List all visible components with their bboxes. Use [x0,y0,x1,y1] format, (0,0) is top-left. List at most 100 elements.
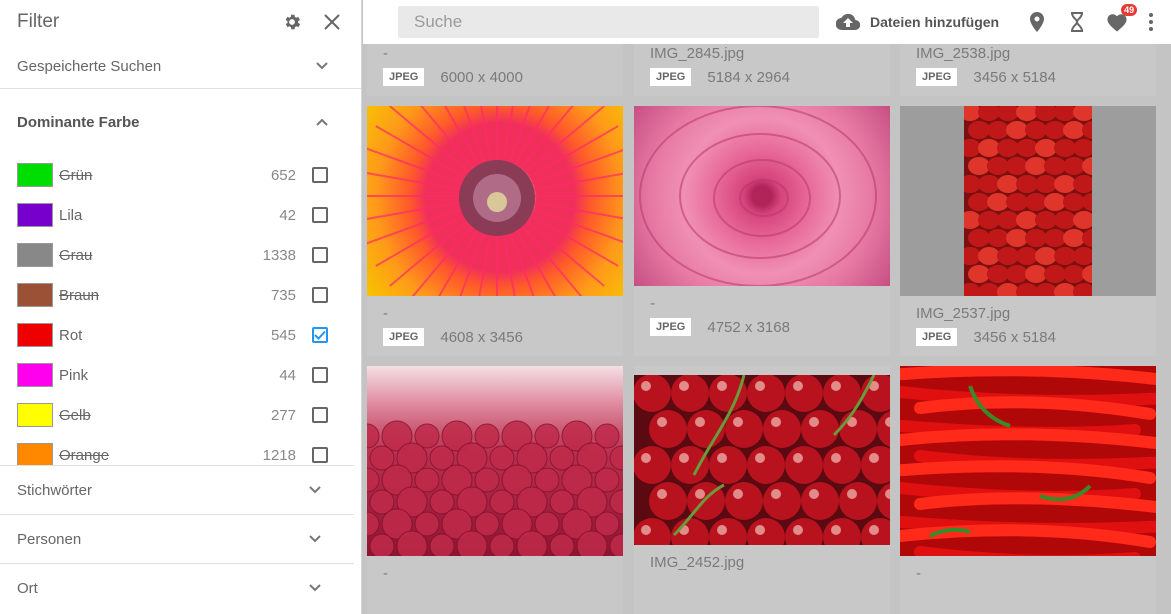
color-checkbox[interactable] [312,407,328,423]
color-checkbox[interactable] [312,287,328,303]
file-info: JPEG 5184 x 2964 [650,64,874,90]
persons-label: Personen [17,530,82,548]
color-checkbox[interactable] [312,367,328,383]
file-type-badge: JPEG [383,328,425,346]
location-label: Ort [17,579,38,597]
color-name: Lila [59,206,83,224]
file-name: IMG_2538.jpg [916,45,1011,62]
add-files-button[interactable]: Dateien hinzufügen [836,13,999,31]
file-name: IMG_2845.jpg [650,45,745,62]
cloud-upload-icon [836,13,860,31]
color-count: 1218 [262,446,296,464]
image-grid: - JPEG 6000 x 4000 IMG_2845.jpg JPEG 5184 x 2… [363,44,1171,614]
image-card[interactable]: IMG_2452.jpg [634,366,890,614]
chevron-down-icon [303,576,327,600]
color-swatch [17,243,53,267]
sidebar-header: Filter [0,0,361,44]
image-dimensions: 5184 x 2964 [707,68,790,86]
color-count: 44 [279,366,296,384]
color-checkbox[interactable] [312,447,328,463]
dominant-color-header[interactable]: Dominante Farbe [0,89,361,155]
image-card[interactable]: - [900,366,1156,614]
image-card[interactable]: IMG_2845.jpg JPEG 5184 x 2964 [634,44,890,96]
file-name: - [383,305,388,322]
color-name: Braun [59,286,100,304]
location-header[interactable]: Ort [0,564,354,612]
keywords-section: Stichwörter [0,466,354,515]
dominant-color-section: Dominante Farbe Grün 652 Lila 42 Grau 1338 Bra… [0,89,361,465]
image-dimensions: 3456 x 5184 [973,328,1056,346]
color-checkbox[interactable] [312,247,328,263]
color-swatch [17,203,53,227]
color-filter-row[interactable]: Braun 735 [0,275,361,315]
file-name: IMG_2537.jpg [916,305,1011,322]
thumbnail-image[interactable] [634,106,890,286]
color-swatch [17,163,53,187]
chevron-up-icon [310,110,334,134]
color-filter-row[interactable]: Orange 1218 [0,435,361,465]
location-pin-icon[interactable] [1023,8,1051,36]
keywords-label: Stichwörter [17,481,93,499]
file-type-badge: JPEG [383,68,425,86]
thumbnail-image[interactable] [900,106,1156,296]
image-card[interactable]: - JPEG 4608 x 3456 [367,106,623,356]
hourglass-icon[interactable] [1063,8,1091,36]
favorites-heart-icon[interactable]: 49 [1103,4,1138,36]
image-card[interactable]: IMG_2537.jpg JPEG 3456 x 5184 [900,106,1156,356]
file-name: - [916,565,921,582]
color-swatch [17,323,53,347]
image-card[interactable]: - [367,366,623,614]
image-dimensions: 3456 x 5184 [973,68,1056,86]
card-meta: IMG_2452.jpg [634,545,890,573]
card-meta: IMG_2537.jpg JPEG 3456 x 5184 [900,296,1156,350]
card-meta: - JPEG 6000 x 4000 [367,44,623,90]
file-type-badge: JPEG [650,318,692,336]
image-dimensions: 4608 x 3456 [440,328,523,346]
color-filter-row[interactable]: Grün 652 [0,155,361,195]
persons-header[interactable]: Personen [0,515,354,563]
location-section: Ort [0,564,354,612]
color-list: Grün 652 Lila 42 Grau 1338 Braun 735 Rot 545 Pink 4… [0,155,361,465]
thumbnail-image[interactable] [634,375,890,545]
color-swatch [17,283,53,307]
color-swatch [17,403,53,427]
thumbnail-image[interactable] [900,366,1156,556]
color-checkbox[interactable] [312,327,328,343]
color-filter-row[interactable]: Rot 545 [0,315,361,355]
keywords-header[interactable]: Stichwörter [0,466,354,514]
file-name: - [650,295,655,312]
thumbnail-image[interactable] [367,106,623,296]
color-checkbox[interactable] [312,167,328,183]
thumbnail-image[interactable] [367,366,623,556]
color-filter-row[interactable]: Pink 44 [0,355,361,395]
file-type-badge: JPEG [650,68,692,86]
color-name: Orange [59,446,110,464]
sidebar-bottom-sections: Stichwörter Personen Ort [0,465,354,612]
persons-section: Personen [0,515,354,564]
color-count: 277 [270,406,296,424]
chevron-down-icon [310,54,334,78]
gear-icon[interactable] [280,10,304,34]
dominant-color-label: Dominante Farbe [17,113,140,131]
image-card[interactable]: - JPEG 6000 x 4000 [367,44,623,96]
check-icon [314,330,326,340]
file-name: - [383,565,388,582]
saved-searches-section: Gespeicherte Suchen [0,44,361,89]
card-meta: IMG_2845.jpg JPEG 5184 x 2964 [634,44,890,90]
search-input[interactable] [398,6,819,38]
image-dimensions: 4752 x 3168 [707,318,790,336]
file-info: JPEG 3456 x 5184 [916,324,1140,350]
image-card[interactable]: IMG_2538.jpg JPEG 3456 x 5184 [900,44,1156,96]
chevron-down-icon [303,478,327,502]
card-meta: - [900,556,1156,584]
image-card[interactable]: - JPEG 4752 x 3168 [634,106,890,356]
color-checkbox[interactable] [312,207,328,223]
close-icon[interactable] [320,10,344,34]
color-filter-row[interactable]: Gelb 277 [0,395,361,435]
file-type-badge: JPEG [916,328,958,346]
saved-searches-header[interactable]: Gespeicherte Suchen [0,44,361,88]
color-filter-row[interactable]: Lila 42 [0,195,361,235]
color-filter-row[interactable]: Grau 1338 [0,235,361,275]
more-vert-icon[interactable] [1137,8,1165,36]
card-meta: - JPEG 4752 x 3168 [634,286,890,340]
